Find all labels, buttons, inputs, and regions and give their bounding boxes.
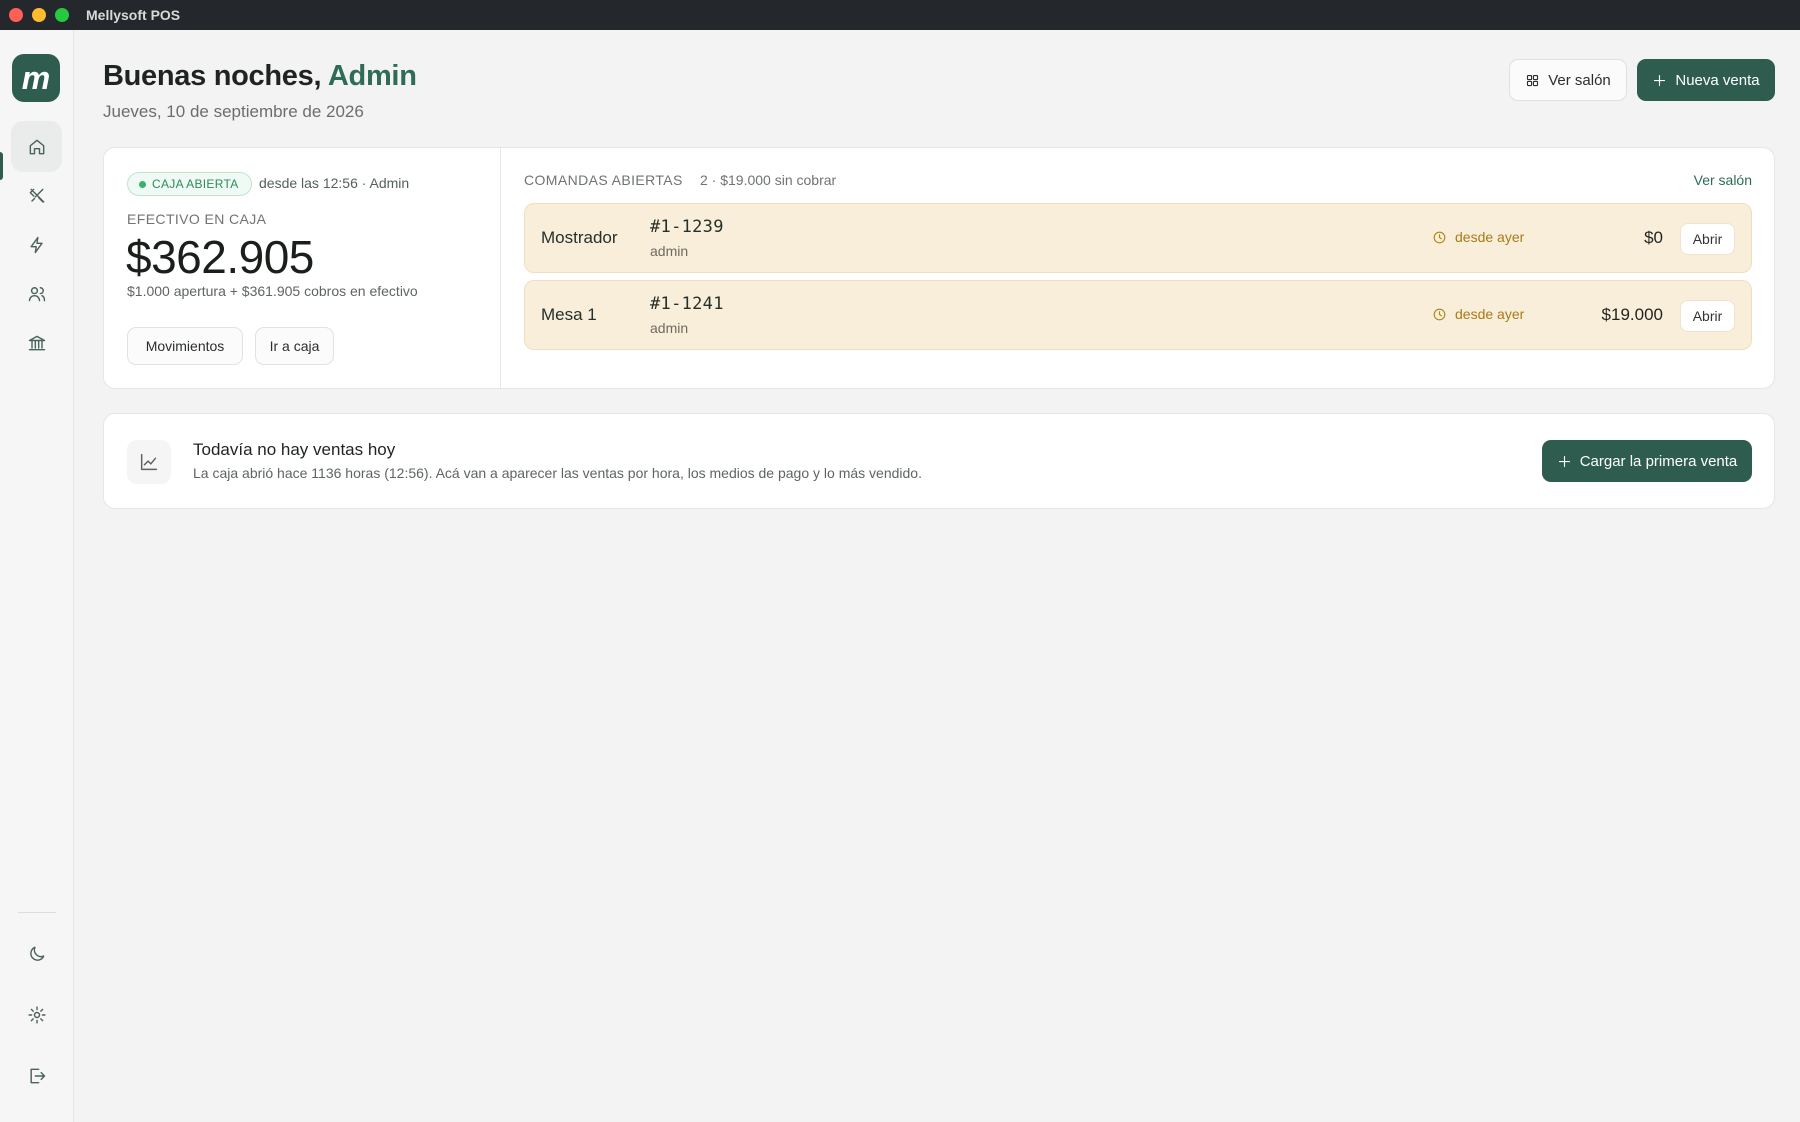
logo-letter: m (21, 60, 51, 96)
moon-icon (29, 946, 44, 961)
sidebar-item-bank[interactable] (11, 317, 62, 368)
order-total: $19.000 (1601, 305, 1663, 324)
status-badge-text: CAJA ABIERTA (152, 177, 239, 191)
app-logo[interactable]: m (12, 54, 60, 102)
sidebar-item-logout[interactable] (11, 1050, 62, 1101)
open-order-button[interactable]: Abrir (1680, 223, 1735, 255)
movements-label: Movimientos (145, 338, 225, 354)
cash-label: EFECTIVO EN CAJA (127, 211, 267, 227)
first-sale-button[interactable]: Cargar la primera venta (1542, 440, 1752, 482)
cash-detail: $1.000 apertura + $361.905 cobros en efe… (127, 283, 418, 299)
empty-sales-description: La caja abrió hace 1136 horas (12:56). A… (193, 465, 922, 481)
orders-view-room-link[interactable]: Ver salón (1694, 172, 1752, 188)
movements-button[interactable]: Movimientos (127, 327, 243, 365)
sidebar-item-settings[interactable] (11, 989, 62, 1040)
utensils-icon (29, 188, 44, 203)
cash-since: desde las 12:56 · Admin (259, 175, 410, 191)
sidebar-divider (18, 912, 56, 913)
sidebar: m (0, 30, 74, 1122)
order-time-text: desde ayer (1455, 306, 1525, 322)
window-titlebar: Mellysoft POS (0, 0, 1800, 30)
home-icon (29, 139, 44, 154)
sidebar-item-home[interactable] (11, 121, 62, 172)
order-user: admin (650, 320, 689, 336)
sidebar-item-orders[interactable] (11, 170, 62, 221)
cash-amount: $362.905 (126, 231, 314, 283)
window-controls (9, 8, 69, 22)
orders-title: COMANDAS ABIERTAS (524, 172, 683, 188)
sidebar-item-quick-sale[interactable] (11, 219, 62, 270)
order-time-text: desde ayer (1455, 229, 1525, 245)
grid-icon (1527, 74, 1539, 86)
current-date: Jueves, 10 de septiembre de 2026 (103, 102, 364, 121)
empty-sales-title: Todavía no hay ventas hoy (193, 440, 396, 459)
status-dot (139, 181, 146, 188)
order-time: desde ayer (1432, 306, 1524, 322)
empty-sales-card: Todavía no hay ventas hoy La caja abrió … (103, 413, 1775, 509)
line-chart-icon (140, 453, 158, 471)
status-badge: CAJA ABIERTA (127, 172, 252, 196)
order-time: desde ayer (1432, 229, 1524, 245)
greeting-text: Buenas noches, (103, 60, 322, 92)
cash-panel: CAJA ABIERTA desde las 12:56 · Admin EFE… (104, 148, 501, 388)
minimize-window-button[interactable] (32, 8, 46, 22)
orders-summary: 2 · $19.000 sin cobrar (700, 172, 837, 188)
user-name: Admin (327, 60, 417, 92)
order-place: Mostrador (541, 228, 618, 247)
order-place: Mesa 1 (541, 305, 597, 324)
main-content: Buenas noches, Admin Jueves, 10 de septi… (75, 30, 1800, 1122)
order-row[interactable]: Mesa 1 #1-1241 admin desde ayer $19.000 … (524, 280, 1752, 350)
logout-icon (29, 1068, 45, 1083)
order-number: #1-1239 (650, 217, 724, 237)
order-row[interactable]: Mostrador #1-1239 admin desde ayer $0 Ab… (524, 203, 1752, 273)
gear-icon (27, 1005, 46, 1024)
lightning-icon (29, 236, 43, 253)
go-to-cash-button[interactable]: Ir a caja (255, 327, 334, 365)
chart-icon-box (127, 440, 171, 484)
new-sale-label: Nueva venta (1675, 71, 1760, 89)
summary-card: CAJA ABIERTA desde las 12:56 · Admin EFE… (103, 147, 1775, 389)
maximize-window-button[interactable] (55, 8, 69, 22)
plus-icon (1654, 74, 1666, 86)
sidebar-item-customers[interactable] (11, 268, 62, 319)
open-order-button[interactable]: Abrir (1680, 300, 1735, 332)
plus-icon (1558, 455, 1570, 467)
order-number: #1-1241 (650, 294, 724, 314)
page-title: Buenas noches, Admin (103, 60, 417, 93)
new-sale-button[interactable]: Nueva venta (1637, 59, 1775, 101)
go-to-cash-label: Ir a caja (269, 338, 320, 354)
order-total: $0 (1644, 228, 1663, 247)
clock-icon (1433, 308, 1446, 320)
clock-icon (1433, 231, 1446, 243)
sidebar-item-theme[interactable] (11, 928, 62, 979)
active-nav-indicator (0, 152, 3, 180)
bank-icon (28, 335, 45, 350)
users-icon (28, 286, 45, 301)
view-room-label: Ver salón (1548, 71, 1611, 89)
order-user: admin (650, 243, 689, 259)
close-window-button[interactable] (9, 8, 23, 22)
window-title: Mellysoft POS (86, 7, 181, 23)
first-sale-label: Cargar la primera venta (1579, 452, 1738, 470)
view-room-button[interactable]: Ver salón (1509, 59, 1627, 101)
